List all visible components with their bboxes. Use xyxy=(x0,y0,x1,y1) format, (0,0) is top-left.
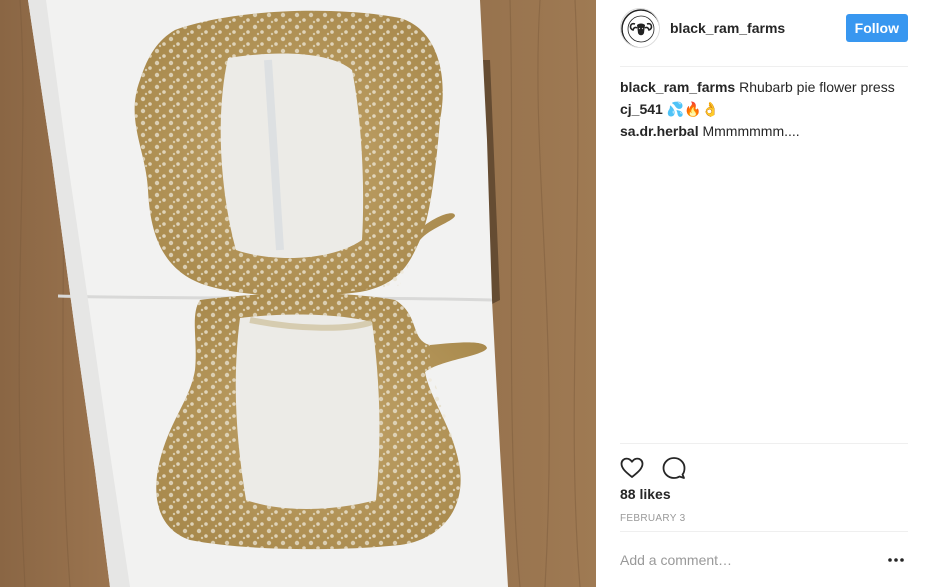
comment-text: Mmmmmmm.... xyxy=(702,123,800,139)
post-side-panel: black_ram_farms Follow black_ram_farms R… xyxy=(596,0,931,587)
post-image[interactable] xyxy=(0,0,596,587)
list-item: sa.dr.herbal Mmmmmmm.... xyxy=(620,120,908,142)
comment-author[interactable]: cj_541 xyxy=(620,101,663,117)
author-avatar[interactable] xyxy=(620,8,660,48)
comment-author[interactable]: black_ram_farms xyxy=(620,79,735,95)
add-comment-form xyxy=(620,544,908,576)
ram-logo-icon xyxy=(621,9,659,47)
comment-button[interactable] xyxy=(660,454,688,482)
post-date[interactable]: FEBRUARY 3 xyxy=(620,513,685,524)
comment-text: 💦🔥👌 xyxy=(666,101,720,117)
likes-count[interactable]: 88 likes xyxy=(620,486,671,502)
pressed-rosin-photo xyxy=(0,0,596,587)
follow-button[interactable]: Follow xyxy=(845,14,908,42)
header-divider xyxy=(620,66,908,67)
comment-divider xyxy=(620,531,908,532)
like-button[interactable] xyxy=(618,454,646,482)
heart-icon xyxy=(620,457,644,478)
comment-author[interactable]: sa.dr.herbal xyxy=(620,123,699,139)
more-options-button[interactable] xyxy=(884,548,908,572)
action-bar xyxy=(618,454,702,482)
speech-bubble-icon xyxy=(662,457,686,479)
comment-input[interactable] xyxy=(620,552,884,568)
comment-text: Rhubarb pie flower press xyxy=(739,79,895,95)
caption-comment: black_ram_farms Rhubarb pie flower press xyxy=(620,76,908,98)
comments-list: black_ram_farms Rhubarb pie flower press… xyxy=(620,76,908,142)
actions-divider xyxy=(620,443,908,444)
list-item: cj_541 💦🔥👌 xyxy=(620,98,908,120)
author-username[interactable]: black_ram_farms xyxy=(670,20,846,36)
ellipsis-icon xyxy=(888,558,904,562)
post-header: black_ram_farms Follow xyxy=(620,0,908,56)
